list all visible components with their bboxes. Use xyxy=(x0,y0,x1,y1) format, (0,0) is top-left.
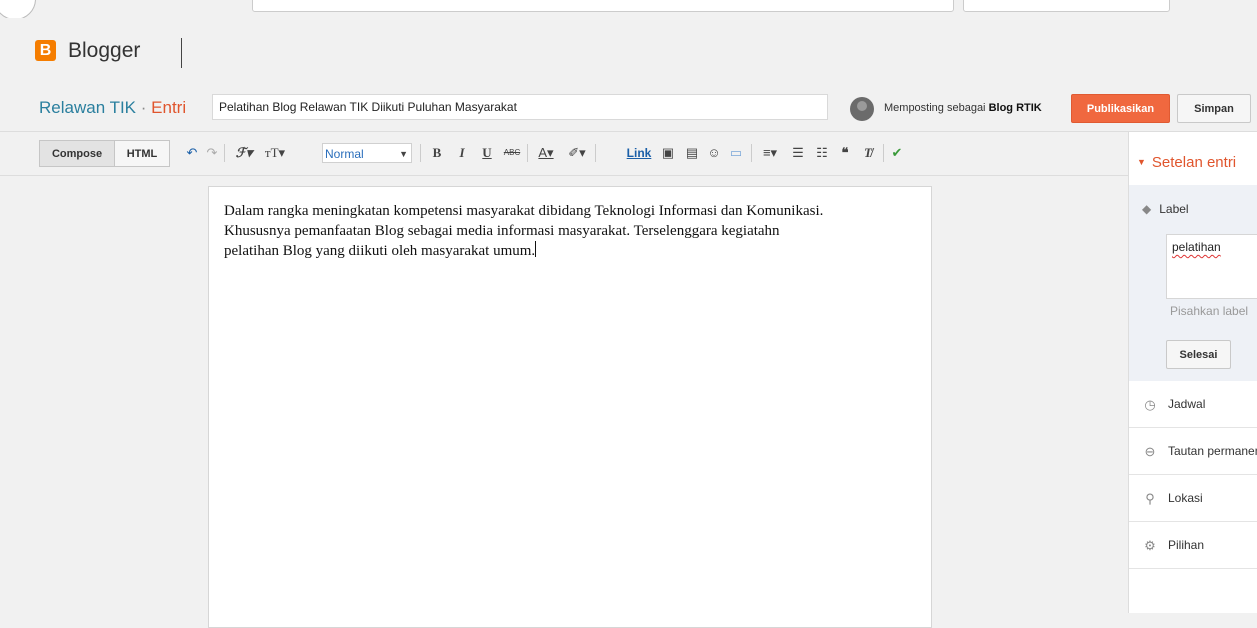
label-input-value: pelatihan xyxy=(1172,240,1221,254)
tag-icon: ◆ xyxy=(1142,202,1152,216)
editor-toolbar: Compose HTML ↶ ↷ ℱ▾ ᴛT▾ Normal ▼ B I U A… xyxy=(0,132,1128,176)
undo-icon[interactable]: ↶ xyxy=(184,143,200,163)
format-select[interactable]: Normal ▼ xyxy=(322,143,412,163)
post-body-editor[interactable]: Dalam rangka meningkatan kompetensi masy… xyxy=(208,186,932,628)
posting-as-prefix: Memposting sebagai xyxy=(884,102,986,114)
sidebar-item-label: Tautan permanen xyxy=(1168,444,1257,458)
header-divider xyxy=(181,38,182,68)
clock-icon: ◷ xyxy=(1144,397,1156,412)
sidebar-item-options[interactable]: ⚙ Pilihan xyxy=(1129,522,1257,569)
collapse-triangle-icon: ▼ xyxy=(1137,157,1146,167)
toolbar-divider xyxy=(883,144,884,162)
post-body-line: pelatihan Blog yang diikuti oleh masyara… xyxy=(224,243,536,259)
avatar[interactable] xyxy=(850,97,874,121)
text-color-icon[interactable]: A▾ xyxy=(533,143,559,163)
toolbar-divider xyxy=(224,144,225,162)
sidebar-item-label: Jadwal xyxy=(1168,397,1206,411)
toolbar-divider xyxy=(595,144,596,162)
bullet-list-icon[interactable]: ☷ xyxy=(813,143,831,163)
post-title-bar: Relawan TIK · Entri Memposting sebagai B… xyxy=(0,88,1257,132)
blog-name-link[interactable]: Relawan TIK xyxy=(39,98,136,117)
posting-as-text: Memposting sebagai Blog RTIK xyxy=(884,102,1042,114)
gear-icon: ⚙ xyxy=(1144,538,1156,553)
quote-icon[interactable]: ❝ xyxy=(836,143,854,163)
format-select-value: Normal xyxy=(325,147,364,161)
image-icon[interactable]: ▣ xyxy=(659,143,677,163)
breadcrumb-section: Entri xyxy=(151,98,187,117)
post-settings-title: Setelan entri xyxy=(1151,154,1237,171)
spellcheck-icon[interactable]: ✔ xyxy=(888,143,906,163)
font-family-icon[interactable]: ℱ▾ xyxy=(231,143,257,163)
html-mode-button[interactable]: HTML xyxy=(115,140,170,167)
blogger-logo-icon[interactable]: B xyxy=(35,40,56,61)
label-section-text: Label xyxy=(1159,202,1189,216)
bold-icon[interactable]: B xyxy=(430,143,444,163)
video-icon[interactable]: ▤ xyxy=(683,143,701,163)
clear-format-icon[interactable]: T̸ xyxy=(859,143,877,163)
location-icon: ⚲ xyxy=(1145,491,1155,506)
blogger-logo-text[interactable]: Blogger xyxy=(68,39,140,63)
sidebar-item-permalink[interactable]: ⊖ Tautan permanen xyxy=(1129,428,1257,475)
link-button[interactable]: Link xyxy=(624,143,654,163)
post-body-line-last: pelatihan Blog yang diikuti oleh masyara… xyxy=(224,241,914,261)
sidebar-item-label: Pilihan xyxy=(1168,538,1205,552)
compose-mode-button[interactable]: Compose xyxy=(39,140,115,167)
toolbar-divider xyxy=(420,144,421,162)
jump-break-icon[interactable]: ▭ xyxy=(727,143,745,163)
label-panel: ◆ Label pelatihan Pisahkan label Selesai xyxy=(1129,185,1257,381)
numbered-list-icon[interactable]: ☰ xyxy=(789,143,807,163)
sidebar-item-location[interactable]: ⚲ Lokasi xyxy=(1129,475,1257,522)
save-button[interactable]: Simpan xyxy=(1177,94,1251,123)
italic-icon[interactable]: I xyxy=(455,143,469,163)
toolbar-divider xyxy=(751,144,752,162)
browser-address-bar[interactable] xyxy=(252,0,954,12)
done-button[interactable]: Selesai xyxy=(1166,340,1231,369)
label-hint: Pisahkan label xyxy=(1170,304,1249,318)
label-input[interactable]: pelatihan xyxy=(1166,234,1257,299)
emoji-icon[interactable]: ☺ xyxy=(705,143,723,163)
app-header: B Blogger xyxy=(0,18,1257,88)
post-body-line: Khususnya pemanfaatan Blog sebagai media… xyxy=(224,223,780,239)
sidebar-item-schedule[interactable]: ◷ Jadwal xyxy=(1129,381,1257,428)
toolbar-divider xyxy=(527,144,528,162)
browser-back-button[interactable] xyxy=(0,0,36,20)
post-settings-sidebar: ▼ Setelan entri ◆ Label pelatihan Pisahkan… xyxy=(1128,132,1257,613)
post-settings-header[interactable]: ▼ Setelan entri xyxy=(1137,154,1236,171)
post-title-input[interactable] xyxy=(212,94,828,120)
font-size-icon[interactable]: ᴛT▾ xyxy=(259,143,291,163)
browser-top-strip xyxy=(0,0,1257,20)
strikethrough-icon[interactable]: ABC xyxy=(501,143,523,163)
link-icon: ⊖ xyxy=(1144,444,1156,459)
redo-icon[interactable]: ↷ xyxy=(204,143,220,163)
breadcrumb-separator: · xyxy=(140,98,147,117)
publish-button[interactable]: Publikasikan xyxy=(1071,94,1170,123)
underline-icon[interactable]: U xyxy=(480,143,494,163)
sidebar-item-label: Lokasi xyxy=(1168,491,1203,505)
browser-search-bar[interactable] xyxy=(963,0,1170,12)
highlight-icon[interactable]: ✐▾ xyxy=(563,143,591,163)
posting-as-name: Blog RTIK xyxy=(988,102,1042,114)
post-body-text[interactable]: Dalam rangka meningkatan kompetensi masy… xyxy=(224,201,914,261)
align-icon[interactable]: ≡▾ xyxy=(757,143,783,163)
chevron-down-icon: ▼ xyxy=(399,149,408,159)
editor-area: Dalam rangka meningkatan kompetensi masy… xyxy=(0,176,1128,628)
post-body-line: Dalam rangka meningkatan kompetensi masy… xyxy=(224,203,824,219)
text-cursor xyxy=(535,241,537,257)
label-section-title[interactable]: ◆ Label xyxy=(1142,202,1189,216)
breadcrumb: Relawan TIK · Entri xyxy=(39,98,186,118)
